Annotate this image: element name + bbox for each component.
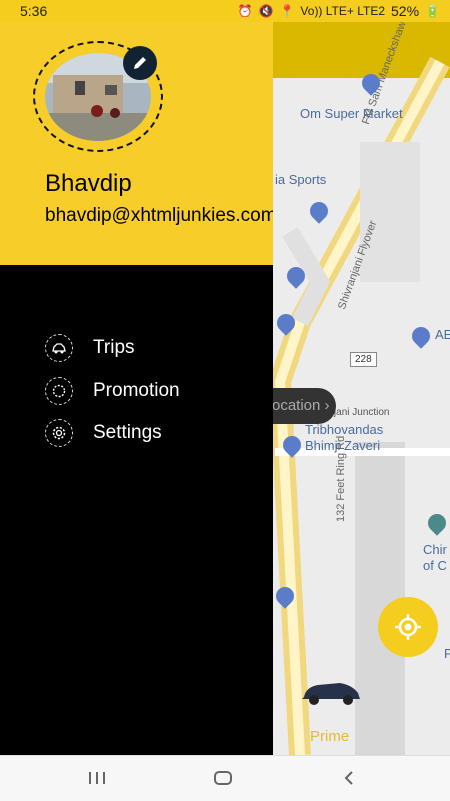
my-location-button[interactable] bbox=[378, 597, 438, 657]
recents-icon bbox=[89, 772, 105, 784]
map-label: Tribhovandas Bhimji Zaveri bbox=[305, 422, 384, 453]
user-name: Bhavdip bbox=[45, 170, 132, 197]
edit-profile-button[interactable] bbox=[123, 46, 157, 80]
car-icon[interactable] bbox=[300, 677, 362, 707]
system-nav-bar bbox=[0, 755, 450, 801]
badge-icon bbox=[45, 376, 73, 405]
home-button[interactable] bbox=[208, 766, 238, 790]
menu-item-label: Promotion bbox=[93, 379, 180, 401]
status-bar: 5:36 ⏰ 🔇 📍 Vo)) LTE+ LTE2 52% 🔋 bbox=[0, 0, 450, 22]
back-icon bbox=[344, 771, 353, 785]
drawer-menu: Trips Promotion Settings bbox=[45, 327, 180, 455]
mute-icon: 🔇 bbox=[258, 4, 274, 18]
map-label: Om Super Market bbox=[300, 106, 403, 121]
map-label: AE bbox=[435, 327, 450, 342]
menu-item-promotion[interactable]: Promotion bbox=[45, 370, 180, 412]
car-icon bbox=[45, 334, 73, 362]
menu-item-settings[interactable]: Settings bbox=[45, 412, 180, 454]
pencil-icon bbox=[134, 57, 146, 69]
gear-icon bbox=[45, 419, 73, 447]
map-label: of C bbox=[423, 558, 447, 573]
drawer-header: Bhavdip bhavdip@xhtmljunkies.com bbox=[0, 22, 273, 265]
menu-item-label: Trips bbox=[93, 337, 135, 358]
back-button[interactable] bbox=[334, 766, 364, 790]
battery-icon: 🔋 bbox=[425, 4, 440, 18]
battery-percent: 52% bbox=[391, 3, 420, 19]
navigation-drawer: Bhavdip bhavdip@xhtmljunkies.com Trips P… bbox=[0, 22, 273, 755]
user-email: bhavdip@xhtmljunkies.com bbox=[45, 205, 273, 226]
map-label: P bbox=[444, 646, 450, 661]
recent-apps-button[interactable] bbox=[82, 766, 112, 790]
home-icon bbox=[214, 771, 232, 785]
location-icon: 📍 bbox=[279, 4, 295, 18]
menu-item-label: Settings bbox=[93, 422, 162, 443]
network-indicator: Vo)) LTE+ LTE2 bbox=[300, 4, 386, 18]
map-label: ia Sports bbox=[275, 172, 327, 187]
road-number-badge: 228 bbox=[350, 352, 377, 367]
map-label: Chir bbox=[423, 542, 447, 557]
menu-item-trips[interactable]: Trips bbox=[45, 327, 180, 369]
crosshair-icon bbox=[395, 614, 421, 640]
alarm-icon: ⏰ bbox=[237, 4, 253, 18]
car-type-label[interactable]: Prime bbox=[310, 728, 349, 745]
status-time: 5:36 bbox=[20, 3, 48, 19]
